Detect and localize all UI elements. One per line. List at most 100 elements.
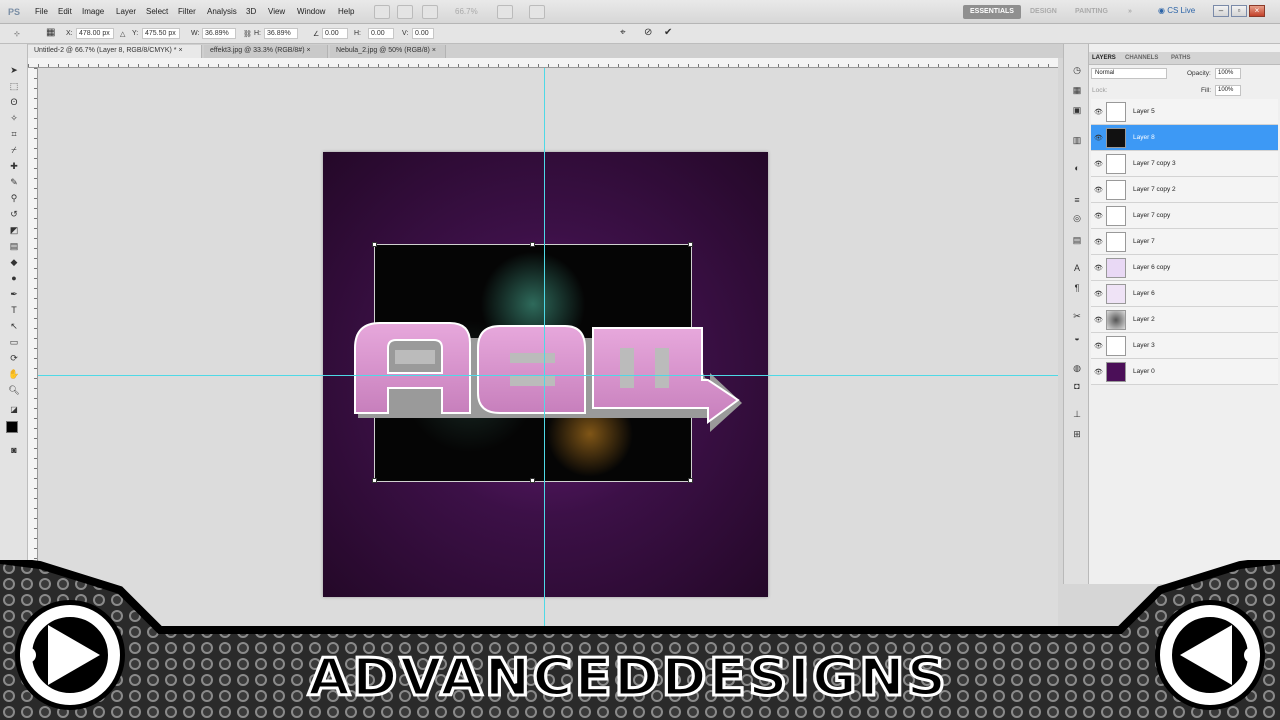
angle-field[interactable]: 0.00 <box>322 28 348 39</box>
visibility-eye-icon[interactable]: 👁︎ <box>1094 342 1103 350</box>
tab-close-icon[interactable]: × <box>306 47 310 54</box>
3d-rotate-icon[interactable]: ⟳ <box>7 352 21 364</box>
tab-paths[interactable]: PATHS <box>1171 55 1190 61</box>
history-panel-icon[interactable]: ◷ <box>1070 64 1084 76</box>
menu-file[interactable]: File <box>35 7 48 16</box>
arrange-documents-icon[interactable] <box>497 5 513 19</box>
vertical-guide[interactable] <box>544 68 545 628</box>
menu-layer[interactable]: Layer <box>116 7 136 16</box>
transform-handle-tm[interactable] <box>530 242 535 247</box>
clone-stamp-icon[interactable]: ⚲ <box>7 192 21 204</box>
relative-position-icon[interactable]: △ <box>120 30 125 38</box>
eyedropper-icon[interactable]: ⌿ <box>7 144 21 156</box>
path-selection-icon[interactable]: ↖ <box>7 320 21 332</box>
layer-row[interactable]: 👁︎ Layer 6 copy <box>1091 255 1278 281</box>
visibility-eye-icon[interactable]: 👁︎ <box>1094 238 1103 246</box>
visibility-eye-icon[interactable]: 👁︎ <box>1094 160 1103 168</box>
cancel-transform-icon[interactable]: ⊘ <box>644 27 652 38</box>
visibility-eye-icon[interactable]: 👁︎ <box>1094 290 1103 298</box>
layer-row[interactable]: 👁︎ Layer 7 <box>1091 229 1278 255</box>
text-art-new[interactable] <box>350 318 750 438</box>
brushes-panel-icon[interactable]: ▤ <box>1070 234 1084 246</box>
opacity-field[interactable]: 100% <box>1215 68 1241 79</box>
transform-handle-tl[interactable] <box>372 242 377 247</box>
menu-help[interactable]: Help <box>338 7 354 16</box>
dodge-tool-icon[interactable]: ● <box>7 272 21 284</box>
minimize-button[interactable]: – <box>1213 5 1229 17</box>
styles-panel-icon[interactable]: ≡ <box>1070 194 1084 206</box>
cs-live-button[interactable]: ◉ CS Live <box>1158 6 1195 15</box>
shape-tool-icon[interactable]: ▭ <box>7 336 21 348</box>
bridge-icon[interactable] <box>374 5 390 19</box>
reference-point-icon[interactable]: ▦ <box>46 27 55 38</box>
height-field[interactable]: 36.89% <box>264 28 298 39</box>
quick-mask-icon[interactable]: ◙ <box>7 444 21 456</box>
menu-filter[interactable]: Filter <box>178 7 196 16</box>
tab-layers[interactable]: LAYERS <box>1092 55 1116 61</box>
layer-row[interactable]: 👁︎ Layer 0 <box>1091 359 1278 385</box>
masks-panel-icon[interactable]: ◎ <box>1070 212 1084 224</box>
layer-row[interactable]: 👁︎ Layer 7 copy 3 <box>1091 151 1278 177</box>
transform-tool-icon[interactable]: ⊹ <box>14 30 20 38</box>
menu-window[interactable]: Window <box>297 7 325 16</box>
tab-channels[interactable]: CHANNELS <box>1125 55 1158 61</box>
workspace-painting[interactable]: PAINTING <box>1075 8 1108 15</box>
brush-tool-icon[interactable]: ✎ <box>7 176 21 188</box>
default-colors-icon[interactable]: ◪ <box>7 404 21 416</box>
menu-view[interactable]: View <box>268 7 285 16</box>
visibility-eye-icon[interactable]: 👁︎ <box>1094 264 1103 272</box>
visibility-eye-icon[interactable]: 👁︎ <box>1094 368 1103 376</box>
warp-icon[interactable]: ⌖ <box>620 27 626 38</box>
visibility-eye-icon[interactable]: 👁︎ <box>1094 134 1103 142</box>
adjustments-panel-icon[interactable]: ◐ <box>1070 162 1084 174</box>
tab-close-icon[interactable]: × <box>432 47 436 54</box>
info-panel-icon[interactable]: ⊥ <box>1070 408 1084 420</box>
menu-3d[interactable]: 3D <box>246 7 256 16</box>
horizontal-guide[interactable] <box>38 375 1058 376</box>
layer-row-selected[interactable]: 👁︎ Layer 8 <box>1091 125 1278 151</box>
visibility-eye-icon[interactable]: 👁︎ <box>1094 316 1103 324</box>
menu-edit[interactable]: Edit <box>58 7 72 16</box>
eraser-tool-icon[interactable]: ◩ <box>7 224 21 236</box>
zoom-level[interactable]: 66.7% <box>455 7 478 16</box>
link-icon[interactable]: ⛓ <box>243 30 252 38</box>
layer-row[interactable]: 👁︎ Layer 5 <box>1091 99 1278 125</box>
fill-field[interactable]: 100% <box>1215 85 1241 96</box>
transform-handle-bm[interactable] <box>530 478 535 483</box>
hskew-field[interactable]: 0.00 <box>368 28 394 39</box>
lasso-tool-icon[interactable]: ʘ <box>7 96 21 108</box>
layer-row[interactable]: 👁︎ Layer 2 <box>1091 307 1278 333</box>
screen-mode-icon[interactable] <box>529 5 545 19</box>
transform-handle-br[interactable] <box>688 478 693 483</box>
menu-image[interactable]: Image <box>82 7 104 16</box>
3d-panel-icon[interactable]: ◍ <box>1070 362 1084 374</box>
workspace-essentials[interactable]: ESSENTIALS <box>963 5 1021 19</box>
healing-brush-icon[interactable]: ✚ <box>7 160 21 172</box>
y-field[interactable]: 475.50 px <box>142 28 180 39</box>
swatches-panel-icon[interactable]: ▣ <box>1070 104 1084 116</box>
tab-nebula-2[interactable]: Nebula_2.jpg @ 50% (RGB/8) × <box>330 45 446 58</box>
gradient-tool-icon[interactable]: ▤ <box>7 240 21 252</box>
layer-row[interactable]: 👁︎ Layer 6 <box>1091 281 1278 307</box>
layer-row[interactable]: 👁︎ Layer 3 <box>1091 333 1278 359</box>
tab-untitled-2[interactable]: Untitled-2 @ 66.7% (Layer 8, RGB/8/CMYK)… <box>28 45 202 58</box>
actions-panel-icon[interactable]: ▦ <box>1070 84 1084 96</box>
transform-handle-bl[interactable] <box>372 478 377 483</box>
hand-tool-icon[interactable]: ✋ <box>7 368 21 380</box>
close-button[interactable]: × <box>1249 5 1265 17</box>
more-workspaces-icon[interactable]: » <box>1128 8 1132 15</box>
visibility-eye-icon[interactable]: 👁︎ <box>1094 212 1103 220</box>
tab-close-icon[interactable]: × <box>178 47 182 54</box>
menu-analysis[interactable]: Analysis <box>207 7 237 16</box>
menu-select[interactable]: Select <box>146 7 168 16</box>
zoom-tool-icon[interactable]: 🔍︎ <box>7 384 21 396</box>
x-field[interactable]: 478.00 px <box>76 28 114 39</box>
tab-effekt3[interactable]: effekt3.jpg @ 33.3% (RGB/8#) × <box>204 45 328 58</box>
notes-panel-icon[interactable]: ⊞ <box>1070 428 1084 440</box>
clone-source-icon[interactable]: ◒ <box>1070 332 1084 344</box>
pen-tool-icon[interactable]: ✒ <box>7 288 21 300</box>
blur-tool-icon[interactable]: ◆ <box>7 256 21 268</box>
vskew-field[interactable]: 0.00 <box>412 28 434 39</box>
width-field[interactable]: 36.89% <box>202 28 236 39</box>
navigator-panel-icon[interactable]: ◘ <box>1070 380 1084 392</box>
